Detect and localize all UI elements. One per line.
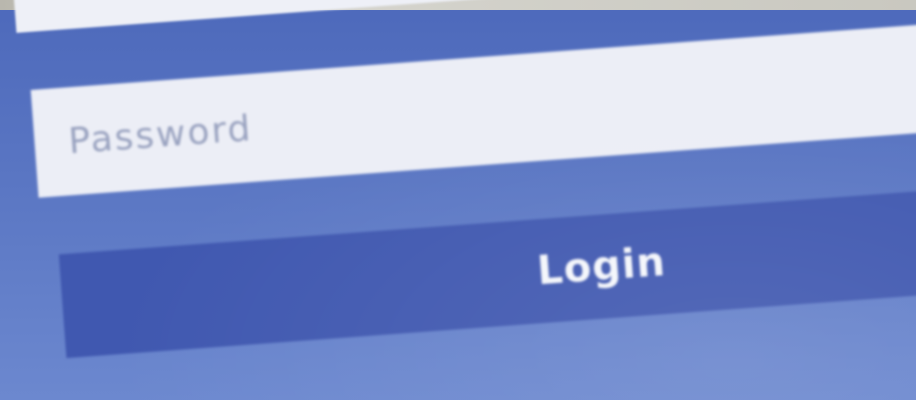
- username-field[interactable]: [12, 0, 916, 33]
- password-field[interactable]: [30, 19, 916, 198]
- login-screen: Login: [0, 0, 916, 400]
- login-form: Login: [0, 0, 916, 399]
- login-button[interactable]: Login: [58, 185, 916, 359]
